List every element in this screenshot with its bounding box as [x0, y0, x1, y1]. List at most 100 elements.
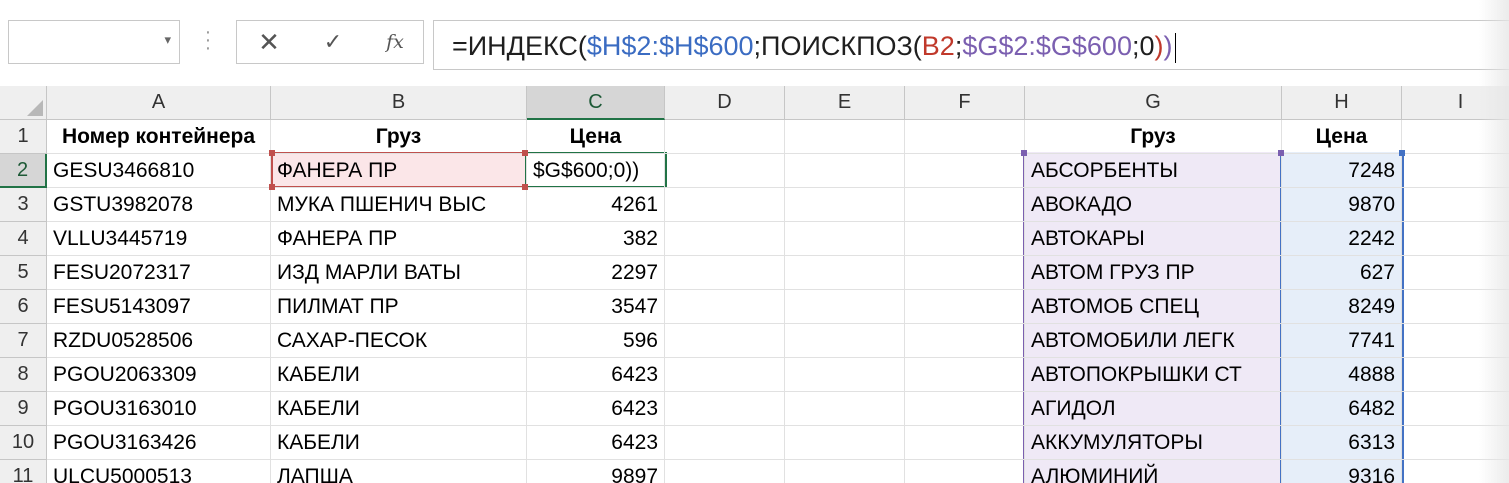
- lookup-price-cell[interactable]: 627: [1282, 256, 1402, 290]
- cargo-cell[interactable]: КАБЕЛИ: [271, 426, 527, 460]
- column-title[interactable]: Груз: [271, 120, 527, 154]
- row-header-8[interactable]: 8: [0, 358, 47, 392]
- lookup-cargo-cell[interactable]: АГИДОЛ: [1025, 392, 1282, 426]
- lookup-cargo-cell[interactable]: АБСОРБЕНТЫ: [1025, 154, 1282, 188]
- row-header-9[interactable]: 9: [0, 392, 47, 426]
- cell[interactable]: [665, 188, 785, 222]
- lookup-price-cell[interactable]: 4888: [1282, 358, 1402, 392]
- cell[interactable]: [905, 188, 1025, 222]
- cell[interactable]: [785, 222, 905, 256]
- cargo-cell[interactable]: ИЗД МАРЛИ ВАТЫ: [271, 256, 527, 290]
- cell[interactable]: [665, 324, 785, 358]
- lookup-cargo-cell[interactable]: АККУМУЛЯТОРЫ: [1025, 426, 1282, 460]
- range-handle[interactable]: [1278, 150, 1284, 156]
- cargo-cell[interactable]: КАБЕЛИ: [271, 358, 527, 392]
- container-number-cell[interactable]: FESU2072317: [47, 256, 271, 290]
- row-header-1[interactable]: 1: [0, 120, 47, 154]
- price-cell[interactable]: 6423: [527, 392, 665, 426]
- price-cell[interactable]: 9897: [527, 460, 665, 483]
- column-title[interactable]: Номер контейнера: [47, 120, 271, 154]
- price-cell[interactable]: 382: [527, 222, 665, 256]
- cell[interactable]: [785, 188, 905, 222]
- lookup-cargo-cell[interactable]: АВОКАДО: [1025, 188, 1282, 222]
- container-number-cell[interactable]: RZDU0528506: [47, 324, 271, 358]
- spreadsheet-grid[interactable]: A B C D E F G H I 1 2 3 4 5 6 7 8 9 10 11 Номер контейнера Гр…: [0, 86, 1509, 483]
- container-number-cell[interactable]: VLLU3445719: [47, 222, 271, 256]
- cell[interactable]: [905, 222, 1025, 256]
- column-header-e[interactable]: E: [785, 86, 905, 120]
- price-cell[interactable]: 6423: [527, 426, 665, 460]
- check-icon[interactable]: ✓: [313, 21, 353, 63]
- range-handle[interactable]: [522, 184, 528, 190]
- price-cell[interactable]: 4261: [527, 188, 665, 222]
- cell[interactable]: [905, 392, 1025, 426]
- row-header-6[interactable]: 6: [0, 290, 47, 324]
- cargo-cell[interactable]: КАБЕЛИ: [271, 392, 527, 426]
- lookup-cargo-cell[interactable]: АВТОПОКРЫШКИ СТ: [1025, 358, 1282, 392]
- lookup-column-title[interactable]: Груз: [1025, 120, 1282, 154]
- row-header-2[interactable]: 2: [0, 154, 47, 188]
- cell[interactable]: [905, 290, 1025, 324]
- active-cell[interactable]: $G$600;0)): [527, 154, 665, 188]
- cell[interactable]: [665, 222, 785, 256]
- lookup-price-cell[interactable]: 6482: [1282, 392, 1402, 426]
- name-box[interactable]: ▾: [8, 20, 180, 64]
- cargo-cell[interactable]: МУКА ПШЕНИЧ ВЫС: [271, 188, 527, 222]
- cargo-cell[interactable]: ФАНЕРА ПР: [271, 154, 527, 188]
- lookup-cargo-cell[interactable]: АВТОКАРЫ: [1025, 222, 1282, 256]
- cell[interactable]: [905, 426, 1025, 460]
- cell[interactable]: [665, 460, 785, 483]
- cell[interactable]: [785, 290, 905, 324]
- range-handle[interactable]: [1021, 150, 1027, 156]
- lookup-price-cell[interactable]: 2242: [1282, 222, 1402, 256]
- column-header-g[interactable]: G: [1025, 86, 1282, 120]
- row-header-7[interactable]: 7: [0, 324, 47, 358]
- cell[interactable]: [785, 392, 905, 426]
- price-cell[interactable]: 3547: [527, 290, 665, 324]
- price-cell[interactable]: 596: [527, 324, 665, 358]
- container-number-cell[interactable]: GESU3466810: [47, 154, 271, 188]
- cell[interactable]: [785, 426, 905, 460]
- cell[interactable]: [665, 120, 785, 154]
- container-number-cell[interactable]: PGOU3163010: [47, 392, 271, 426]
- container-number-cell[interactable]: FESU5143097: [47, 290, 271, 324]
- column-header-a[interactable]: A: [47, 86, 271, 120]
- cargo-cell[interactable]: ПИЛМАТ ПР: [271, 290, 527, 324]
- cell[interactable]: [785, 120, 905, 154]
- cell[interactable]: [785, 460, 905, 483]
- drag-handle-icon[interactable]: · · ·: [203, 22, 213, 58]
- row-header-10[interactable]: 10: [0, 426, 47, 460]
- lookup-column-title[interactable]: Цена: [1282, 120, 1402, 154]
- lookup-price-cell[interactable]: 6313: [1282, 426, 1402, 460]
- price-cell[interactable]: 2297: [527, 256, 665, 290]
- cell[interactable]: [665, 256, 785, 290]
- range-handle[interactable]: [1399, 150, 1405, 156]
- lookup-price-cell[interactable]: 9316: [1282, 460, 1402, 483]
- container-number-cell[interactable]: PGOU3163426: [47, 426, 271, 460]
- container-number-cell[interactable]: ULCU5000513: [47, 460, 271, 483]
- cell[interactable]: [905, 120, 1025, 154]
- cell[interactable]: [785, 358, 905, 392]
- price-cell[interactable]: 6423: [527, 358, 665, 392]
- cell[interactable]: [665, 154, 785, 188]
- column-header-c[interactable]: C: [527, 86, 665, 120]
- lookup-cargo-cell[interactable]: АВТОМОБИЛИ ЛЕГК: [1025, 324, 1282, 358]
- lookup-price-cell[interactable]: 8249: [1282, 290, 1402, 324]
- cell[interactable]: [905, 358, 1025, 392]
- cell[interactable]: [665, 290, 785, 324]
- cell[interactable]: [905, 460, 1025, 483]
- cell[interactable]: [785, 154, 905, 188]
- column-title[interactable]: Цена: [527, 120, 665, 154]
- close-icon[interactable]: ✕: [249, 21, 289, 63]
- cargo-cell[interactable]: ФАНЕРА ПР: [271, 222, 527, 256]
- lookup-cargo-cell[interactable]: АВТОМОБ СПЕЦ: [1025, 290, 1282, 324]
- cell[interactable]: [905, 154, 1025, 188]
- cell[interactable]: [785, 256, 905, 290]
- chevron-down-icon[interactable]: ▾: [164, 32, 171, 48]
- cargo-cell[interactable]: САХАР-ПЕСОК: [271, 324, 527, 358]
- cell[interactable]: [665, 426, 785, 460]
- function-icon[interactable]: fx: [375, 21, 415, 63]
- cell[interactable]: [665, 358, 785, 392]
- lookup-cargo-cell[interactable]: АЛЮМИНИЙ: [1025, 460, 1282, 483]
- cell[interactable]: [905, 256, 1025, 290]
